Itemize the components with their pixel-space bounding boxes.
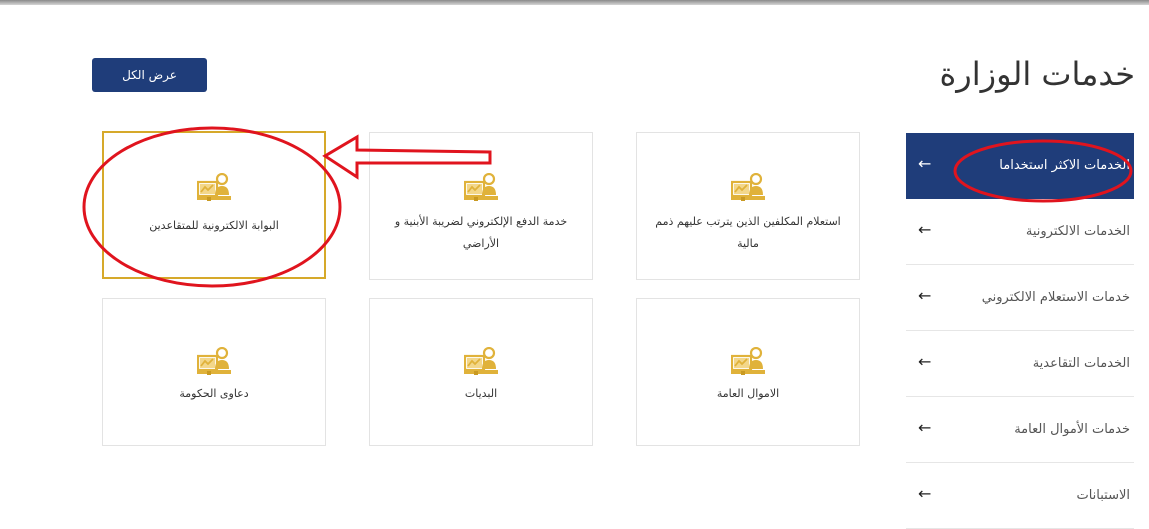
office-worker-icon xyxy=(731,347,765,375)
sidebar-item-retirement[interactable]: الخدمات التقاعدية ← xyxy=(906,331,1134,397)
arrow-left-icon: ← xyxy=(918,154,932,173)
service-card-retirees-portal[interactable]: البوابة الالكترونية للمتقاعدين xyxy=(102,131,326,279)
service-card-label: الاموال العامة xyxy=(716,387,780,400)
service-card-label: دعاوى الحكومة xyxy=(179,387,249,400)
service-card-debtors-inquiry[interactable]: استعلام المكلفين الذين يترتب عليهم ذمم م… xyxy=(636,132,860,280)
office-worker-icon xyxy=(464,347,498,375)
sidebar-item-label: الخدمات الالكترونية xyxy=(1025,224,1130,239)
top-divider xyxy=(0,0,1149,5)
sidebar-item-surveys[interactable]: الاستبانات ← xyxy=(906,463,1134,529)
arrow-left-icon: ← xyxy=(918,418,932,437)
sidebar-item-electronic[interactable]: الخدمات الالكترونية ← xyxy=(906,199,1134,265)
service-card-public-funds[interactable]: الاموال العامة xyxy=(636,298,860,446)
view-all-button[interactable]: عرض الكل xyxy=(92,58,207,92)
service-card-municipalities[interactable]: البديات xyxy=(369,298,593,446)
arrow-left-icon: ← xyxy=(918,220,932,239)
arrow-left-icon: ← xyxy=(918,484,932,503)
page-title: خدمات الوزارة xyxy=(939,55,1136,93)
services-sidebar: الخدمات الاكثر استخداما ← الخدمات الالكت… xyxy=(906,133,1134,529)
office-worker-icon xyxy=(197,173,231,201)
sidebar-item-public-funds[interactable]: خدمات الأموال العامة ← xyxy=(906,397,1134,463)
service-card-label: البديات xyxy=(464,387,498,400)
office-worker-icon xyxy=(197,347,231,375)
sidebar-item-inquiry[interactable]: خدمات الاستعلام الالكتروني ← xyxy=(906,265,1134,331)
arrow-left-icon: ← xyxy=(918,286,932,305)
office-worker-icon xyxy=(731,173,765,201)
service-card-label: خدمة الدفع الإلكتروني لضريبة الأبنية و ا… xyxy=(394,215,568,250)
sidebar-item-most-used[interactable]: الخدمات الاكثر استخداما ← xyxy=(906,133,1134,199)
sidebar-item-label: الاستبانات xyxy=(1076,488,1130,503)
service-card-property-tax-payment[interactable]: خدمة الدفع الإلكتروني لضريبة الأبنية و ا… xyxy=(369,132,593,280)
sidebar-item-label: الخدمات التقاعدية xyxy=(1032,356,1130,371)
arrow-left-icon: ← xyxy=(918,352,932,371)
sidebar-item-label: خدمات الاستعلام الالكتروني xyxy=(981,290,1130,305)
service-card-label: استعلام المكلفين الذين يترتب عليهم ذمم م… xyxy=(655,215,841,250)
sidebar-item-label: الخدمات الاكثر استخداما xyxy=(999,158,1130,173)
service-card-government-lawsuits[interactable]: دعاوى الحكومة xyxy=(102,298,326,446)
sidebar-item-label: خدمات الأموال العامة xyxy=(1014,422,1130,437)
office-worker-icon xyxy=(464,173,498,201)
service-card-label: البوابة الالكترونية للمتقاعدين xyxy=(149,219,279,232)
